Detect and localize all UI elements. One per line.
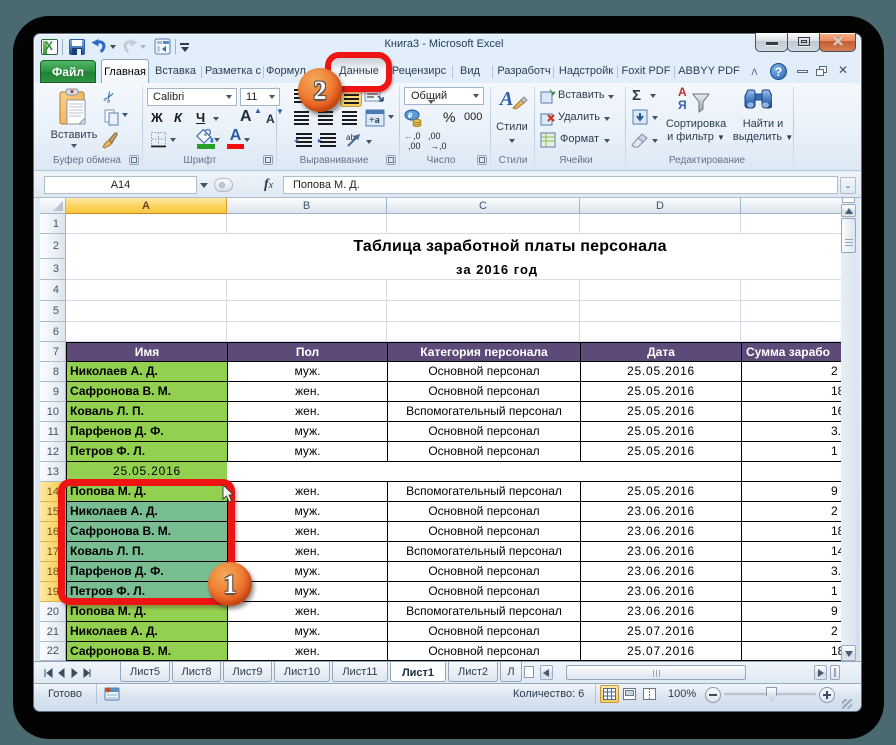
- svg-text:+a: +a: [369, 115, 380, 126]
- svg-text:ab: ab: [346, 133, 355, 142]
- svg-text:₽: ₽: [408, 112, 413, 120]
